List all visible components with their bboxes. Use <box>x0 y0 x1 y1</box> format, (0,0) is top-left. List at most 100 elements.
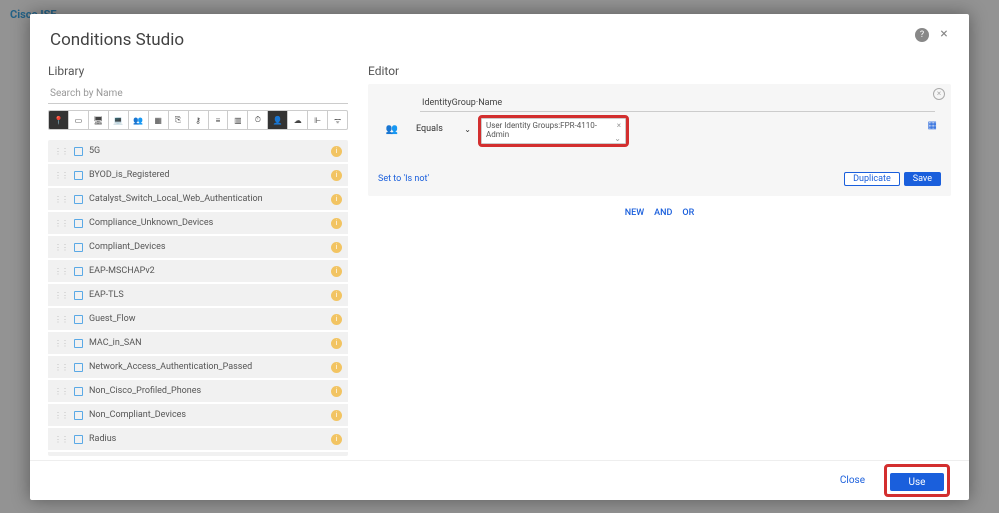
info-icon[interactable]: i <box>331 266 342 277</box>
drag-handle-icon[interactable]: ⋮⋮ <box>54 291 68 300</box>
use-button[interactable]: Use <box>890 473 944 491</box>
drag-handle-icon[interactable]: ⋮⋮ <box>54 243 68 252</box>
drag-handle-icon[interactable]: ⋮⋮ <box>54 219 68 228</box>
library-item[interactable]: ⋮⋮5Gi <box>48 140 348 162</box>
library-item[interactable]: ⋮⋮ Radiusi <box>48 428 348 450</box>
library-item[interactable]: ⋮⋮ Network_Access_Authentication_Passed i <box>48 356 348 378</box>
filter-clock[interactable]: ⏱ <box>248 111 268 129</box>
library-item-label: Compliant_Devices <box>89 242 325 252</box>
filter-wifi[interactable]: ᯤ <box>328 111 347 129</box>
drag-handle-icon[interactable]: ⋮⋮ <box>54 339 68 348</box>
logic-new[interactable]: NEW <box>625 208 644 218</box>
value-text: User Identity Groups:FPR-4110-Admin <box>486 122 611 140</box>
info-icon[interactable]: i <box>331 386 342 397</box>
filter-device[interactable]: ▦ <box>149 111 169 129</box>
library-item[interactable]: ⋮⋮ EAP-TLS i <box>48 284 348 306</box>
filter-radius[interactable]: ≡ <box>209 111 229 129</box>
library-item-label: Network_Access_Authentication_Passed <box>89 362 325 372</box>
drag-handle-icon[interactable]: ⋮⋮ <box>54 387 68 396</box>
info-icon[interactable]: i <box>331 242 342 253</box>
condition-icon <box>74 219 83 228</box>
close-button[interactable]: Close <box>834 474 871 487</box>
library-item-label: EAP-TLS <box>89 290 325 300</box>
filter-group[interactable]: 👥 <box>129 111 149 129</box>
info-icon[interactable]: i <box>331 314 342 325</box>
modal-footer: Close Use <box>30 460 969 500</box>
condition-icon <box>74 387 83 396</box>
library-search-input[interactable] <box>48 84 348 104</box>
set-to-is-not-link[interactable]: Set to 'Is not' <box>378 174 429 184</box>
operator-select[interactable]: Equals ⌄ <box>416 118 471 134</box>
wifi-icon: ᯤ <box>334 115 341 126</box>
library-item[interactable]: ⋮⋮ Compliant_Devices i <box>48 236 348 258</box>
condition-icon <box>74 267 83 276</box>
library-item[interactable]: ⋮⋮ Compliance_Unknown_Devices i <box>48 212 348 234</box>
filter-port[interactable]: ⎘ <box>169 111 189 129</box>
info-icon[interactable]: i <box>331 410 342 421</box>
filter-display[interactable]: 💻 <box>109 111 129 129</box>
display-icon: 💻 <box>113 116 123 125</box>
library-item[interactable]: ⋮⋮MAC_in_SANi <box>48 332 348 354</box>
close-icon[interactable]: × <box>937 28 951 42</box>
filter-chart[interactable]: ⊩ <box>308 111 328 129</box>
filter-list[interactable]: ▭ <box>69 111 89 129</box>
device-icon: ▦ <box>154 116 162 125</box>
library-item[interactable]: ⋮⋮ Non_Cisco_Profiled_Phones i <box>48 380 348 402</box>
drag-handle-icon[interactable]: ⋮⋮ <box>54 363 68 372</box>
filter-monitor[interactable]: 🖥 <box>89 111 109 129</box>
library-filter-row: 📍 ▭ 🖥 💻 👥 ▦ ⎘⚷≡ ▥ ⏱ 👤☁⊩ ᯤ <box>48 110 348 130</box>
monitor-icon: 🖥 <box>93 116 103 125</box>
drag-handle-icon[interactable]: ⋮⋮ <box>54 315 68 324</box>
help-icon[interactable]: ? <box>915 28 929 42</box>
library-item-label: Radius <box>89 434 325 444</box>
library-item[interactable]: ⋮⋮Catalyst_Switch_Local_Web_Authenticati… <box>48 188 348 210</box>
condition-icon <box>74 411 83 420</box>
logic-or[interactable]: OR <box>682 208 694 218</box>
library-panel: Library 📍 ▭ 🖥 💻 👥 ▦ ⎘⚷≡ ▥ ⏱ 👤☁⊩ ᯤ ⋮⋮5Gi⋮⋮BYOD_is_R… <box>48 64 348 456</box>
info-icon[interactable]: i <box>331 434 342 445</box>
logic-and[interactable]: AND <box>654 208 672 218</box>
library-item-label: Non_Cisco_Profiled_Phones <box>89 386 325 396</box>
list-icon: ▭ <box>75 116 83 125</box>
drag-handle-icon[interactable]: ⋮⋮ <box>54 147 68 156</box>
drag-handle-icon[interactable]: ⋮⋮ <box>54 171 68 180</box>
editor-panel: Editor × 👥 Equals ⌄ User Identity Groups… <box>368 64 951 456</box>
grid-view-icon[interactable]: ▦ <box>928 120 937 131</box>
clear-value-icon[interactable]: × <box>617 121 621 130</box>
save-button[interactable]: Save <box>904 172 941 186</box>
value-select[interactable]: User Identity Groups:FPR-4110-Admin × ⌄ <box>481 118 626 144</box>
clock-icon: ⏱ <box>255 115 261 125</box>
filter-key[interactable]: ⚷ <box>189 111 209 129</box>
condition-icon <box>74 291 83 300</box>
drag-handle-icon[interactable]: ⋮⋮ <box>54 411 68 420</box>
duplicate-button[interactable]: Duplicate <box>844 172 900 186</box>
library-item[interactable]: ⋮⋮ EAP-MSCHAPv2 i <box>48 260 348 282</box>
filter-grid[interactable]: ▥ <box>228 111 248 129</box>
library-item[interactable]: ⋮⋮BYOD_is_Registeredi <box>48 164 348 186</box>
clear-condition-icon[interactable]: × <box>933 88 945 100</box>
chevron-down-icon: ⌄ <box>464 125 471 134</box>
library-item[interactable]: ⋮⋮Switch_Local_Web_Authenticationi <box>48 452 348 456</box>
drag-handle-icon[interactable]: ⋮⋮ <box>54 435 68 444</box>
info-icon[interactable]: i <box>331 338 342 349</box>
library-item[interactable]: ⋮⋮Non_Compliant_Devicesi <box>48 404 348 426</box>
drag-handle-icon[interactable]: ⋮⋮ <box>54 195 68 204</box>
grid-icon: ▥ <box>234 116 242 125</box>
info-icon[interactable]: i <box>331 194 342 205</box>
drag-handle-icon[interactable]: ⋮⋮ <box>54 267 68 276</box>
library-item-label: EAP-MSCHAPv2 <box>89 266 325 276</box>
info-icon[interactable]: i <box>331 146 342 157</box>
library-heading: Library <box>48 64 348 78</box>
condition-icon <box>74 363 83 372</box>
filter-person[interactable]: 👤 <box>268 111 288 129</box>
info-icon[interactable]: i <box>331 218 342 229</box>
info-icon[interactable]: i <box>331 170 342 181</box>
attribute-input[interactable] <box>420 95 935 112</box>
library-item[interactable]: ⋮⋮Guest_Flowi <box>48 308 348 330</box>
identity-group-icon: 👥 <box>378 118 406 135</box>
filter-pin[interactable]: 📍 <box>49 111 69 129</box>
filter-cloud[interactable]: ☁ <box>288 111 308 129</box>
info-icon[interactable]: i <box>331 290 342 301</box>
library-item-label: Compliance_Unknown_Devices <box>89 218 325 228</box>
info-icon[interactable]: i <box>331 362 342 373</box>
